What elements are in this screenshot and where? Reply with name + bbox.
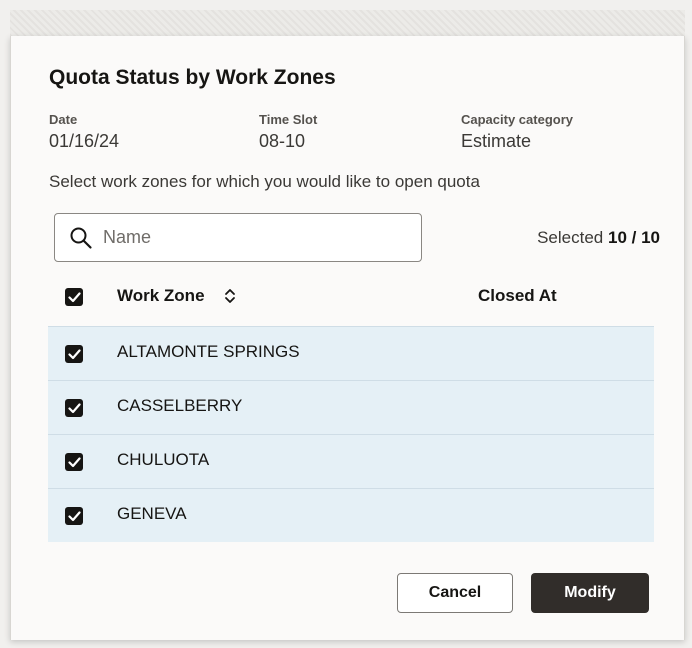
row-checkbox[interactable] bbox=[65, 507, 83, 525]
row-checkbox[interactable] bbox=[65, 345, 83, 363]
row-checkbox[interactable] bbox=[65, 399, 83, 417]
work-zone-list: ALTAMONTE SPRINGS CASSELBERRY CHULUOTA G… bbox=[48, 326, 654, 542]
work-zone-name: GENEVA bbox=[117, 504, 187, 523]
work-zone-name: CHULUOTA bbox=[117, 450, 210, 469]
search-box[interactable] bbox=[54, 213, 422, 262]
dialog-title: Quota Status by Work Zones bbox=[49, 66, 336, 89]
meta-capacity-category-label: Capacity category bbox=[461, 112, 573, 127]
background-strip bbox=[10, 10, 685, 36]
search-icon bbox=[69, 226, 93, 255]
instruction-text: Select work zones for which you would li… bbox=[49, 172, 480, 191]
quota-status-dialog: Quota Status by Work Zones Date 01/16/24… bbox=[10, 36, 685, 640]
table-row[interactable]: CHULUOTA bbox=[48, 434, 654, 488]
row-checkbox[interactable] bbox=[65, 453, 83, 471]
column-header-closed-at: Closed At bbox=[478, 286, 557, 305]
table-row[interactable]: CASSELBERRY bbox=[48, 380, 654, 434]
meta-date-value: 01/16/24 bbox=[49, 131, 120, 151]
selected-count-value: 10 / 10 bbox=[608, 228, 660, 247]
meta-time-slot: Time Slot 08-10 bbox=[259, 112, 317, 152]
checkmark-icon bbox=[67, 456, 81, 467]
modify-button[interactable]: Modify bbox=[531, 573, 649, 613]
search-input[interactable] bbox=[103, 220, 403, 255]
meta-time-slot-label: Time Slot bbox=[259, 112, 318, 127]
selected-count-prefix: Selected bbox=[537, 228, 604, 247]
table-row[interactable]: GENEVA bbox=[48, 488, 654, 542]
checkmark-icon bbox=[67, 510, 81, 521]
meta-time-slot-value: 08-10 bbox=[259, 131, 306, 151]
checkmark-icon bbox=[67, 402, 81, 413]
sort-icon[interactable] bbox=[224, 288, 236, 309]
meta-capacity-category: Capacity category Estimate bbox=[461, 112, 573, 152]
checkmark-icon bbox=[67, 348, 81, 359]
column-header-work-zone[interactable]: Work Zone bbox=[117, 286, 205, 306]
table-header: Work Zone Closed At bbox=[48, 276, 654, 326]
select-all-checkbox[interactable] bbox=[65, 288, 83, 306]
meta-capacity-category-value: Estimate bbox=[461, 131, 532, 151]
screen-frame: Quota Status by Work Zones Date 01/16/24… bbox=[0, 0, 692, 648]
meta-date-label: Date bbox=[49, 112, 78, 127]
work-zone-name: CASSELBERRY bbox=[117, 396, 243, 415]
meta-date: Date 01/16/24 bbox=[49, 112, 119, 152]
work-zone-name: ALTAMONTE SPRINGS bbox=[117, 342, 300, 361]
checkmark-icon bbox=[67, 291, 81, 302]
selected-count: Selected 10 / 10 bbox=[537, 228, 660, 248]
table-row[interactable]: ALTAMONTE SPRINGS bbox=[48, 326, 654, 380]
cancel-button[interactable]: Cancel bbox=[397, 573, 513, 613]
